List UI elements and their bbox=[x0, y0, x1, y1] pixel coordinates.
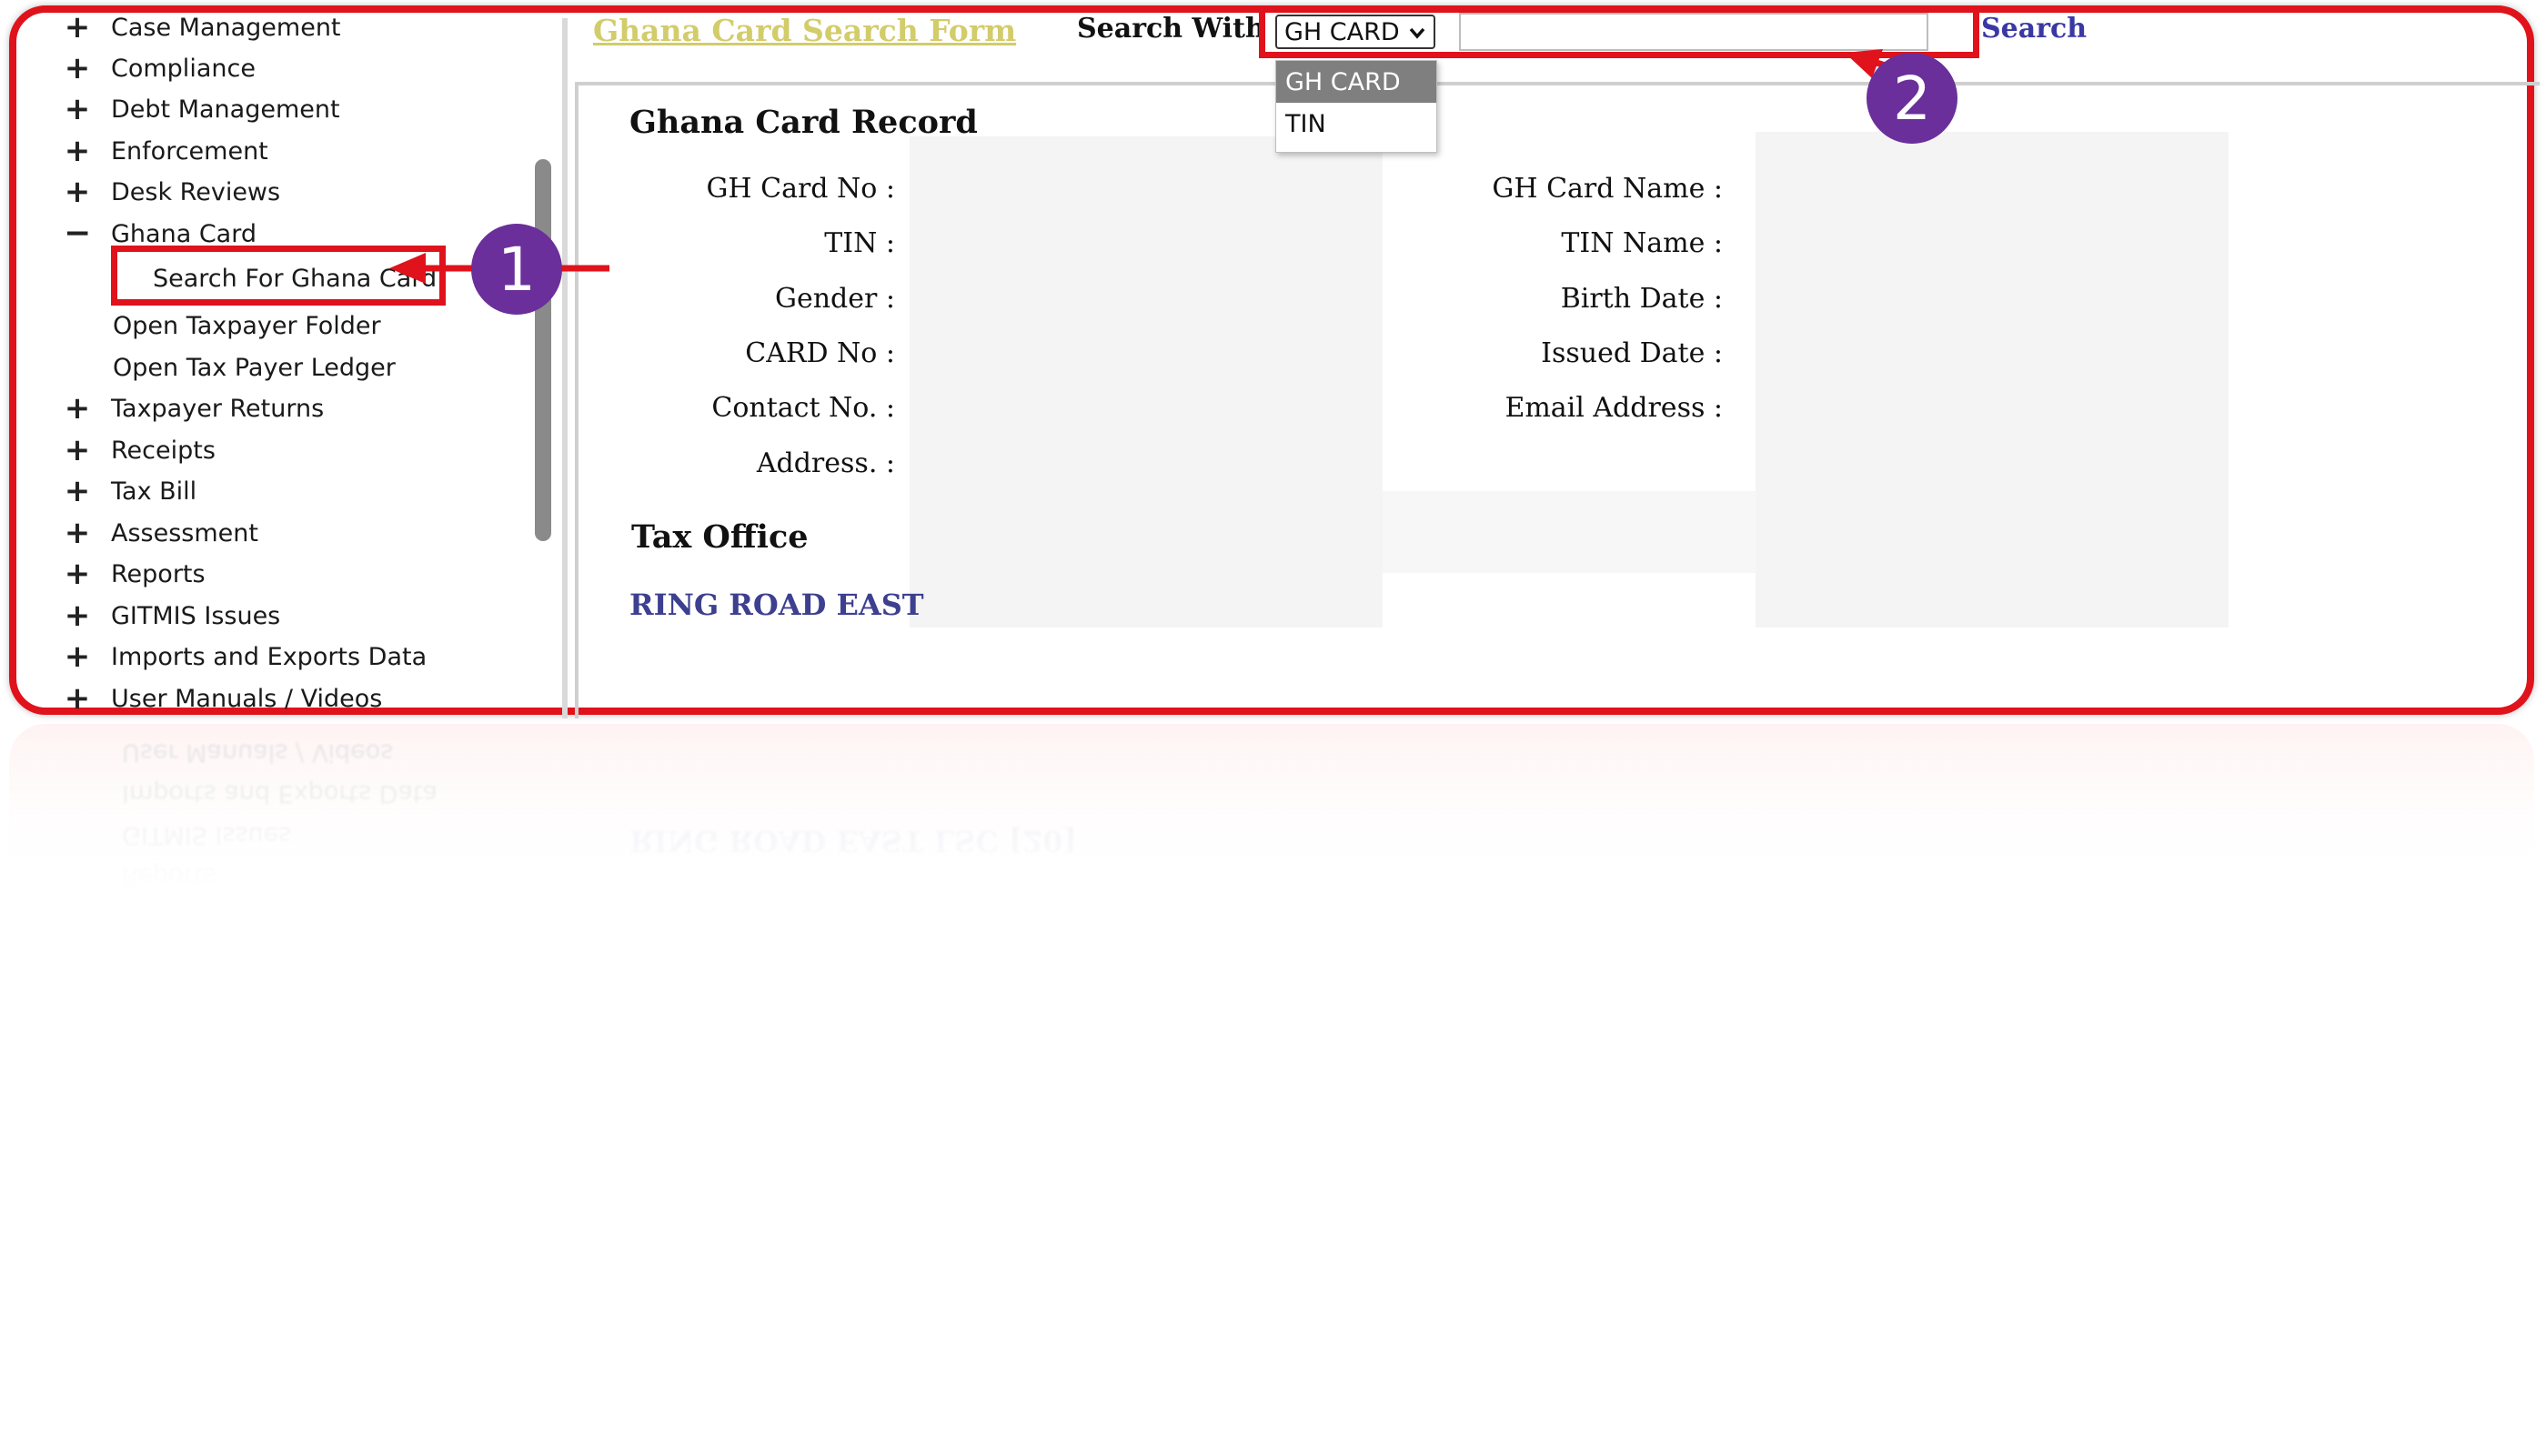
sidebar-subitem-open-tax-payer-ledger[interactable]: Open Tax Payer Ledger bbox=[113, 349, 396, 386]
reflection-fade bbox=[9, 724, 2534, 924]
sidebar-item-label[interactable]: Receipts bbox=[111, 437, 216, 465]
sidebar-item-receipts[interactable]: + Receipts bbox=[64, 432, 216, 468]
sidebar-item-label[interactable]: User Manuals / Videos bbox=[111, 685, 382, 713]
tax-office-value: RING ROAD EAST bbox=[629, 587, 924, 622]
issued-date-label: Issued Date : bbox=[1541, 337, 1723, 369]
sidebar: + Case Management + Compliance + Debt Ma… bbox=[0, 0, 568, 718]
sidebar-item-desk-reviews[interactable]: + Desk Reviews bbox=[64, 174, 280, 210]
sidebar-item-tax-bill[interactable]: + Tax Bill bbox=[64, 473, 196, 509]
mirror-reflection: User Manuals / Videos Imports and Export… bbox=[9, 724, 2534, 924]
sidebar-item-label[interactable]: Imports and Exports Data bbox=[111, 643, 427, 671]
sidebar-item-label[interactable]: Taxpayer Returns bbox=[111, 395, 324, 423]
gh-card-no-label: GH Card No : bbox=[706, 173, 895, 205]
redacted-area bbox=[1756, 132, 2229, 628]
expand-plus-icon[interactable]: + bbox=[64, 435, 91, 466]
expand-plus-icon[interactable]: + bbox=[64, 94, 91, 125]
email-address-label: Email Address : bbox=[1504, 392, 1723, 424]
search-type-dropdown[interactable]: GH CARD TIN bbox=[1275, 60, 1437, 153]
sidebar-item-label[interactable]: Case Management bbox=[111, 14, 341, 42]
expand-plus-icon[interactable]: + bbox=[64, 683, 91, 714]
sidebar-item-enforcement[interactable]: + Enforcement bbox=[64, 133, 268, 169]
sidebar-item-label[interactable]: GITMIS Issues bbox=[111, 602, 280, 630]
screenshot-ui: + Case Management + Compliance + Debt Ma… bbox=[0, 0, 2546, 728]
step-badge-2: 2 bbox=[1867, 53, 1957, 144]
sidebar-divider bbox=[562, 18, 568, 718]
expand-plus-icon[interactable]: + bbox=[64, 12, 91, 43]
sidebar-item-reports[interactable]: + Reports bbox=[64, 556, 206, 592]
collapse-minus-icon[interactable]: − bbox=[64, 217, 91, 250]
sidebar-item-imports-exports[interactable]: + Imports and Exports Data bbox=[64, 638, 427, 675]
sidebar-item-taxpayer-returns[interactable]: + Taxpayer Returns bbox=[64, 390, 324, 427]
tin-label: TIN : bbox=[824, 227, 895, 259]
sidebar-item-label[interactable]: Compliance bbox=[111, 55, 256, 83]
sidebar-item-label[interactable]: Reports bbox=[111, 560, 206, 588]
search-with-label: Search With bbox=[1077, 13, 1265, 45]
sidebar-item-label[interactable]: Enforcement bbox=[111, 137, 268, 166]
gender-label: Gender : bbox=[775, 283, 895, 315]
redacted-area bbox=[910, 136, 1383, 628]
expand-plus-icon[interactable]: + bbox=[64, 393, 91, 424]
redacted-area bbox=[1383, 491, 1756, 573]
sidebar-item-label[interactable]: Ghana Card bbox=[111, 220, 257, 248]
expand-plus-icon[interactable]: + bbox=[64, 476, 91, 507]
sidebar-item-compliance[interactable]: + Compliance bbox=[64, 50, 256, 86]
sidebar-item-user-manuals[interactable]: + User Manuals / Videos bbox=[64, 680, 383, 717]
expand-plus-icon[interactable]: + bbox=[64, 641, 91, 672]
sidebar-item-label[interactable]: Assessment bbox=[111, 519, 258, 547]
tax-office-title: Tax Office bbox=[631, 518, 809, 556]
record-title: Ghana Card Record bbox=[629, 104, 978, 141]
sidebar-item-gitmis-issues[interactable]: + GITMIS Issues bbox=[64, 597, 281, 634]
sidebar-item-label[interactable]: Debt Management bbox=[111, 95, 340, 124]
expand-plus-icon[interactable]: + bbox=[64, 53, 91, 84]
search-button[interactable]: Search bbox=[1981, 13, 2087, 45]
birth-date-label: Birth Date : bbox=[1560, 283, 1723, 315]
expand-plus-icon[interactable]: + bbox=[64, 176, 91, 207]
step-badge-1: 1 bbox=[471, 224, 562, 315]
sidebar-item-label[interactable]: Tax Bill bbox=[111, 477, 196, 506]
contact-no-label: Contact No. : bbox=[711, 392, 895, 424]
form-title: Ghana Card Search Form bbox=[593, 13, 1017, 48]
expand-plus-icon[interactable]: + bbox=[64, 136, 91, 166]
address-label: Address. : bbox=[756, 447, 895, 479]
sidebar-item-assessment[interactable]: + Assessment bbox=[64, 515, 258, 551]
expand-plus-icon[interactable]: + bbox=[64, 600, 91, 631]
expand-plus-icon[interactable]: + bbox=[64, 558, 91, 589]
tin-name-label: TIN Name : bbox=[1561, 227, 1723, 259]
card-no-label: CARD No : bbox=[745, 337, 895, 369]
sidebar-item-case-management[interactable]: + Case Management bbox=[64, 9, 341, 45]
sidebar-scrollbar[interactable] bbox=[535, 159, 551, 541]
dropdown-option-gh-card[interactable]: GH CARD bbox=[1276, 61, 1436, 103]
sidebar-subitem-open-taxpayer-folder[interactable]: Open Taxpayer Folder bbox=[113, 307, 381, 344]
gh-card-name-label: GH Card Name : bbox=[1492, 173, 1723, 205]
expand-plus-icon[interactable]: + bbox=[64, 517, 91, 548]
sidebar-item-label[interactable]: Desk Reviews bbox=[111, 178, 280, 206]
dropdown-option-tin[interactable]: TIN bbox=[1276, 103, 1436, 145]
sidebar-item-debt-management[interactable]: + Debt Management bbox=[64, 91, 340, 127]
